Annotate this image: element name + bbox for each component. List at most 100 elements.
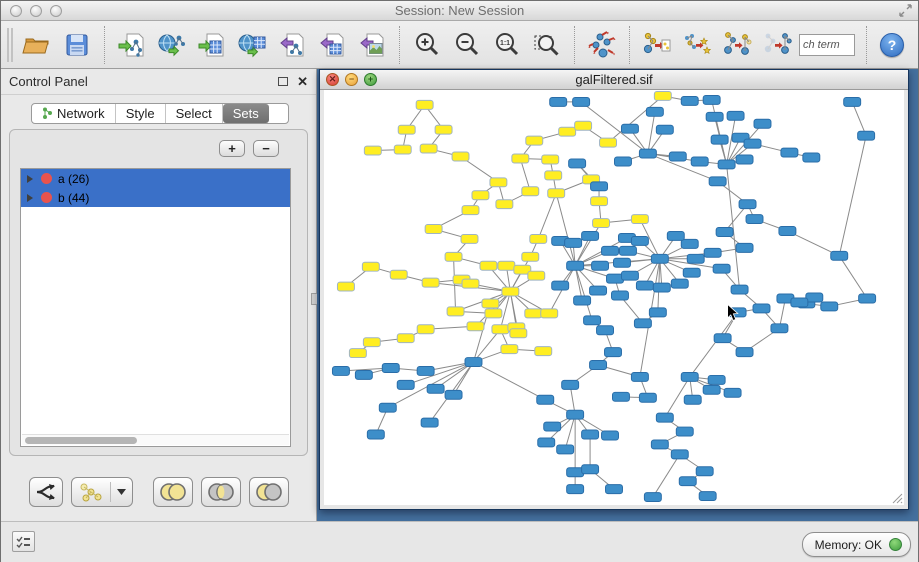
help-button[interactable]: ? xyxy=(880,33,904,57)
export-table-icon xyxy=(317,30,347,60)
split-sets-button[interactable] xyxy=(29,477,63,507)
zoom-selected-button[interactable] xyxy=(527,25,567,65)
memory-status-label: Memory: OK xyxy=(815,538,882,552)
window-title: Session: New Session xyxy=(1,3,918,18)
zoom-actual-size-button[interactable]: 1:1 xyxy=(487,25,527,65)
import-network-web-icon xyxy=(157,30,187,60)
zoom-out-icon xyxy=(452,30,482,60)
zoom-out-button[interactable] xyxy=(447,25,487,65)
tab-select-label: Select xyxy=(176,106,212,121)
zoom-actual-size-icon: 1:1 xyxy=(492,30,522,60)
toolbar-separator xyxy=(574,26,575,64)
new-network-selected-nodes-selected-edges-button[interactable] xyxy=(717,25,757,65)
open-session-icon xyxy=(22,30,52,60)
list-item-set-a[interactable]: a (26) xyxy=(21,169,290,188)
toolbar-separator xyxy=(866,26,867,64)
zoom-selected-icon xyxy=(532,30,562,60)
close-panel-icon[interactable]: ✕ xyxy=(297,75,308,88)
import-table-file-icon xyxy=(197,30,227,60)
union-sets-button[interactable] xyxy=(153,477,193,507)
network-desktop: ✕ − + galFiltered.sif xyxy=(317,69,918,521)
new-network-from-visible-icon xyxy=(762,30,792,60)
frame-resize-grip[interactable] xyxy=(891,492,903,504)
list-item-set-b[interactable]: b (44) xyxy=(21,188,290,207)
create-set-menu-button[interactable] xyxy=(71,477,133,507)
status-bar: Memory: OK xyxy=(1,521,918,562)
scrollbar-thumb[interactable] xyxy=(25,437,137,444)
import-table-file-button[interactable] xyxy=(192,25,232,65)
split-arrows-icon xyxy=(35,483,57,501)
set-color-dot-icon xyxy=(41,173,52,184)
set-label: b (44) xyxy=(58,191,89,205)
export-image-icon xyxy=(357,30,387,60)
set-label: a (26) xyxy=(58,172,89,186)
tab-style[interactable]: Style xyxy=(116,104,166,123)
sets-toolbar xyxy=(1,477,316,507)
window-titlebar: Session: New Session xyxy=(1,1,918,21)
network-canvas[interactable] xyxy=(324,90,904,505)
open-session-button[interactable] xyxy=(17,25,57,65)
sets-list: a (26) b (44) xyxy=(20,168,291,447)
task-list-icon xyxy=(16,535,31,548)
import-table-web-button[interactable] xyxy=(232,25,272,65)
network-tab-icon xyxy=(42,107,53,120)
import-table-web-icon xyxy=(237,30,267,60)
tab-network[interactable]: Network xyxy=(32,104,116,123)
new-network-selected-nodes-all-edges-icon xyxy=(682,30,712,60)
task-history-button[interactable] xyxy=(12,531,35,552)
apply-layout-icon xyxy=(587,30,617,60)
set-color-dot-icon xyxy=(41,192,52,203)
export-image-button[interactable] xyxy=(352,25,392,65)
disclosure-triangle-icon[interactable] xyxy=(27,175,33,183)
toolbar-grip[interactable] xyxy=(7,28,13,62)
import-network-file-button[interactable] xyxy=(112,25,152,65)
export-network-icon xyxy=(277,30,307,60)
memory-ok-indicator xyxy=(889,538,902,551)
export-table-button[interactable] xyxy=(312,25,352,65)
new-network-from-selection-icon xyxy=(642,30,672,60)
new-network-selected-nodes-all-edges-button[interactable] xyxy=(677,25,717,65)
svg-text:1:1: 1:1 xyxy=(500,40,510,47)
zoom-in-button[interactable] xyxy=(407,25,447,65)
import-network-file-icon xyxy=(117,30,147,60)
memory-status-button[interactable]: Memory: OK xyxy=(802,532,911,557)
network-graph[interactable] xyxy=(324,90,904,505)
control-panel: Control Panel ✕ Network Style Select Set… xyxy=(1,69,317,521)
search-input[interactable]: ch term xyxy=(799,34,855,56)
apply-layout-button[interactable] xyxy=(582,25,622,65)
toolbar-separator xyxy=(629,26,630,64)
fullscreen-icon[interactable] xyxy=(899,4,912,17)
new-network-from-visible-button[interactable] xyxy=(757,25,797,65)
tab-sets[interactable]: Sets xyxy=(223,104,269,123)
export-network-button[interactable] xyxy=(272,25,312,65)
sets-panel: + − a (26) b (44) xyxy=(9,129,308,456)
zoom-in-icon xyxy=(412,30,442,60)
horizontal-scrollbar[interactable] xyxy=(22,434,289,445)
difference-sets-button[interactable] xyxy=(249,477,289,507)
tab-select[interactable]: Select xyxy=(166,104,223,123)
save-session-button[interactable] xyxy=(57,25,97,65)
mouse-cursor xyxy=(728,304,738,320)
toolbar-separator xyxy=(104,26,105,64)
tab-style-label: Style xyxy=(126,106,155,121)
save-session-icon xyxy=(62,30,92,60)
set-network-icon xyxy=(78,482,104,502)
network-frame[interactable]: ✕ − + galFiltered.sif xyxy=(319,69,909,510)
main-toolbar: 1:1 xyxy=(1,21,918,69)
float-panel-icon[interactable] xyxy=(278,77,288,86)
import-network-web-button[interactable] xyxy=(152,25,192,65)
toolbar-separator xyxy=(399,26,400,64)
network-frame-title: galFiltered.sif xyxy=(320,72,908,87)
tab-network-label: Network xyxy=(57,106,105,121)
dropdown-arrow-icon xyxy=(117,489,126,495)
add-set-button[interactable]: + xyxy=(219,140,245,157)
tab-sets-label: Sets xyxy=(233,106,259,121)
venn-difference-icon xyxy=(254,482,284,502)
new-network-from-selection-button[interactable] xyxy=(637,25,677,65)
remove-set-button[interactable]: − xyxy=(253,140,279,157)
intersection-sets-button[interactable] xyxy=(201,477,241,507)
network-frame-titlebar[interactable]: ✕ − + galFiltered.sif xyxy=(320,70,908,90)
venn-union-icon xyxy=(158,482,188,502)
new-network-selected-nodes-selected-edges-icon xyxy=(722,30,752,60)
disclosure-triangle-icon[interactable] xyxy=(27,194,33,202)
